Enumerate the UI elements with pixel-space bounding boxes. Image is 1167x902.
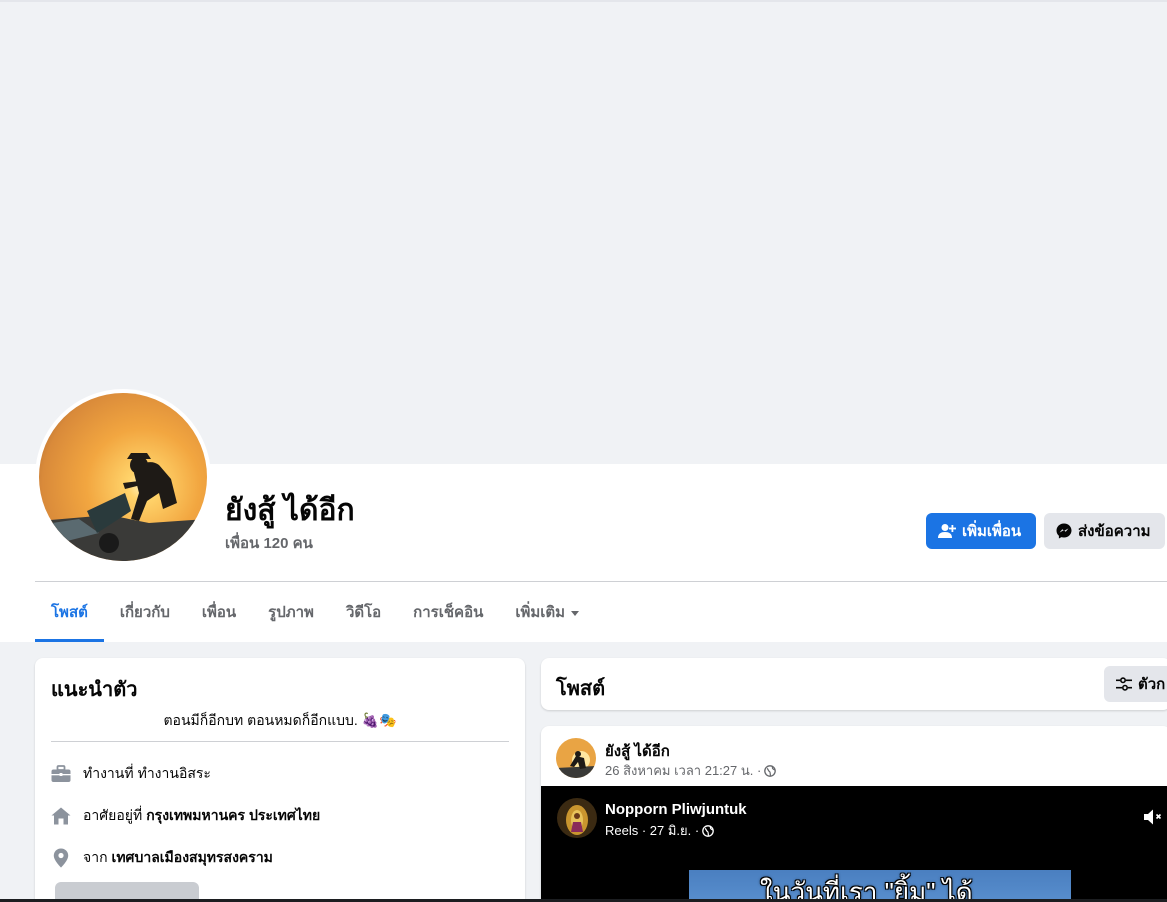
filter-label: ตัวก xyxy=(1138,676,1166,693)
sliders-icon xyxy=(1116,677,1132,691)
chevron-down-icon xyxy=(571,610,580,616)
person-plus-icon xyxy=(938,524,956,538)
message-button[interactable]: ส่งข้อความ xyxy=(1044,513,1165,549)
add-friend-button[interactable]: เพิ่มเพื่อน xyxy=(926,513,1036,549)
intro-lives-in: อาศัยอยู่ที่ กรุงเทพมหานคร ประเทศไทย xyxy=(51,804,320,828)
intro-work-value: ทำงานอิสระ xyxy=(137,765,211,781)
tab-videos[interactable]: วิดีโอ xyxy=(330,582,397,642)
post-author-avatar[interactable] xyxy=(556,738,596,778)
reel-caption: ในวันที่เรา "ยิ้ม" ได้ xyxy=(760,877,973,902)
profile-avatar[interactable] xyxy=(35,389,211,565)
messenger-icon xyxy=(1056,523,1072,539)
intro-live-value[interactable]: กรุงเทพมหานคร ประเทศไทย xyxy=(146,805,320,827)
reel-meta-text: Reels · 27 มิ.ย. · xyxy=(605,823,700,838)
reel-author-avatar[interactable] xyxy=(557,798,597,838)
speaker-muted-icon[interactable] xyxy=(1143,808,1163,826)
friend-count[interactable]: เพื่อน 120 คน xyxy=(225,531,313,555)
profile-tabs: โพสต์ เกี่ยวกับ เพื่อน รูปภาพ วิดีโอ การ… xyxy=(35,582,595,642)
tab-label: เพิ่มเติม xyxy=(515,604,566,621)
intro-from: จาก เทศบาลเมืองสมุทรสงคราม xyxy=(51,846,273,870)
message-label: ส่งข้อความ xyxy=(1078,523,1151,540)
posts-header-card: โพสต์ ตัวก xyxy=(541,658,1167,710)
tab-friends[interactable]: เพื่อน xyxy=(186,582,252,642)
reel-author-name[interactable]: Nopporn Pliwjuntuk xyxy=(605,801,747,818)
intro-work: ทำงานที่ ทำงานอิสระ xyxy=(51,762,211,786)
tab-about[interactable]: เกี่ยวกับ xyxy=(104,582,186,642)
intro-from-value[interactable]: เทศบาลเมืองสมุทรสงคราม xyxy=(112,847,273,869)
tab-label: เกี่ยวกับ xyxy=(119,604,170,621)
reel-meta: Reels · 27 มิ.ย. · xyxy=(605,820,715,841)
intro-divider xyxy=(51,741,509,742)
intro-live-prefix: อาศัยอยู่ที่ xyxy=(83,807,143,823)
post-meta: 26 สิงหาคม เวลา 21:27 น. · xyxy=(605,760,777,781)
globe-icon xyxy=(764,764,777,777)
shared-reel[interactable]: Nopporn Pliwjuntuk Reels · 27 มิ.ย. · ใน… xyxy=(541,786,1167,902)
briefcase-icon xyxy=(51,764,71,784)
tab-label: รูปภาพ xyxy=(268,604,314,621)
tab-label: โพสต์ xyxy=(51,604,88,621)
house-icon xyxy=(51,806,71,826)
intro-work-prefix: ทำงานที่ xyxy=(83,765,134,781)
add-friend-label: เพิ่มเพื่อน xyxy=(962,523,1022,540)
post-card: ยังสู้ ได้อีก 26 สิงหาคม เวลา 21:27 น. ·… xyxy=(541,726,1167,902)
globe-icon xyxy=(702,824,715,837)
tab-label: วิดีโอ xyxy=(345,604,382,621)
filter-button[interactable]: ตัวก xyxy=(1104,666,1167,702)
cover-photo[interactable] xyxy=(4,2,1167,464)
intro-title: แนะนำตัว xyxy=(51,679,138,701)
posts-title: โพสต์ xyxy=(556,678,606,700)
tab-label: การเช็คอิน xyxy=(413,604,484,621)
intro-card: แนะนำตัว ตอนมีก็อีกบท ตอนหมดก็อีกแบบ. 🍇🎭… xyxy=(35,658,525,902)
profile-name: ยังสู้ ได้อีก xyxy=(225,494,355,527)
tab-more[interactable]: เพิ่มเติม xyxy=(499,582,595,642)
location-pin-icon xyxy=(51,848,71,868)
intro-bio: ตอนมีก็อีกบท ตอนหมดก็อีกแบบ. 🍇🎭 xyxy=(163,712,397,728)
post-timestamp[interactable]: 26 สิงหาคม เวลา 21:27 น. · xyxy=(605,760,761,781)
tab-photos[interactable]: รูปภาพ xyxy=(252,582,330,642)
intro-from-prefix: จาก xyxy=(83,849,108,865)
tab-posts[interactable]: โพสต์ xyxy=(35,582,104,642)
tab-checkins[interactable]: การเช็คอิน xyxy=(397,582,499,642)
tab-label: เพื่อน xyxy=(201,604,237,621)
